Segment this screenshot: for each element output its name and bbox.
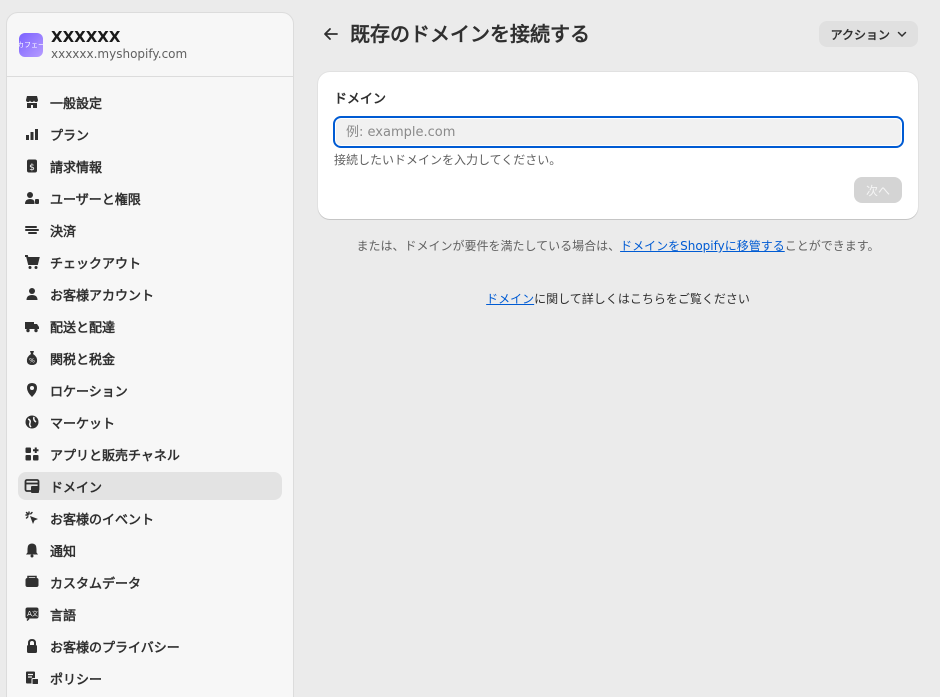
store-header[interactable]: カフェー XXXXXX xxxxxx.myshopify.com [7,13,293,77]
store-icon [24,94,40,110]
sidebar-item-label: 配送と配達 [50,320,116,336]
sidebar-item-general[interactable]: 一般設定 [18,88,282,116]
sidebar-item-label: ポリシー [50,672,103,688]
sidebar-item-shipping[interactable]: 配送と配達 [18,312,282,340]
sidebar-item-billing[interactable]: $ 請求情報 [18,152,282,180]
sidebar-item-label: アプリと販売チャネル [50,448,180,464]
sidebar-item-label: 言語 [50,608,77,624]
sidebar-item-label: 関税と税金 [50,352,116,368]
sidebar-item-label: お客様アカウント [50,288,155,304]
sidebar-item-label: ドメイン [50,480,103,496]
location-icon [24,382,40,398]
sidebar-item-locations[interactable]: ロケーション [18,376,282,404]
sidebar-item-label: チェックアウト [50,256,142,272]
sidebar-item-label: 請求情報 [50,160,103,176]
sidebar-item-policies[interactable]: ポリシー [18,664,282,692]
users-icon [24,190,40,206]
policy-icon [24,670,40,686]
store-logo: カフェー [19,32,43,57]
svg-text:$: $ [29,163,35,173]
transfer-note: または、ドメインが要件を満たしている場合は、ドメインをShopifyに移管するこ… [318,237,918,255]
svg-text:文: 文 [32,610,38,618]
sidebar-item-languages[interactable]: A文 言語 [18,600,282,628]
transfer-note-suffix: ことができます。 [784,239,880,253]
store-info: XXXXXX xxxxxx.myshopify.com [51,28,187,62]
sidebar-item-label: プラン [50,128,90,144]
payments-icon [24,222,40,238]
sidebar-item-label: 一般設定 [50,96,103,112]
sidebar-item-label: お客様のプライバシー [50,640,180,656]
sidebar-item-taxes[interactable]: % 関税と税金 [18,344,282,372]
sidebar-item-markets[interactable]: マーケット [18,408,282,436]
page-title: 既存のドメインを接続する [350,22,590,46]
person-icon [24,286,40,302]
actions-button[interactable]: アクション [818,21,918,47]
domain-help-text: 接続したいドメインを入力してください。 [334,153,562,167]
plan-icon [24,126,40,142]
sidebar-item-label: 通知 [50,544,77,560]
cart-icon [24,254,40,270]
transfer-note-prefix: または、ドメインが要件を満たしている場合は、 [356,239,621,253]
store-domain: xxxxxx.myshopify.com [51,46,188,61]
sidebar-item-plan[interactable]: プラン [18,120,282,148]
store-name: XXXXXX [51,27,121,46]
database-icon [24,574,40,590]
page-header: 既存のドメインを接続する アクション [318,20,918,48]
back-arrow-icon[interactable] [322,25,340,43]
billing-icon: $ [24,158,40,174]
sidebar-item-customer-events[interactable]: お客様のイベント [18,504,282,532]
chevron-down-icon [897,31,907,38]
cursor-click-icon [24,510,40,526]
settings-sidebar: カフェー XXXXXX xxxxxx.myshopify.com 一般設定 プラ… [6,12,294,697]
truck-icon [24,318,40,334]
next-button[interactable]: 次へ [854,177,902,203]
sidebar-item-apps[interactable]: アプリと販売チャネル [18,440,282,468]
domain-field-label: ドメイン [334,92,387,107]
learn-more-domain-link[interactable]: ドメイン [486,292,534,306]
sidebar-item-custom-data[interactable]: カスタムデータ [18,568,282,596]
sidebar-item-payments[interactable]: 決済 [18,216,282,244]
sidebar-item-domains[interactable]: ドメイン [18,472,282,500]
svg-text:%: % [29,358,35,365]
sidebar-item-notifications[interactable]: 通知 [18,536,282,564]
apps-icon [24,446,40,462]
learn-more-text: ドメインに関して詳しくはこちらをご覧ください [318,290,918,308]
settings-nav: 一般設定 プラン $ 請求情報 ユーザーと権限 決済 チェックアウト お客様アカ… [7,77,293,692]
language-icon: A文 [24,606,40,622]
transfer-domain-link[interactable]: ドメインをShopifyに移管する [620,239,785,253]
sidebar-item-users[interactable]: ユーザーと権限 [18,184,282,212]
tax-icon: % [24,350,40,366]
globe-icon [24,414,40,430]
actions-button-label: アクション [830,27,890,42]
domain-icon [24,478,40,494]
lock-icon [24,638,40,654]
domain-card: ドメイン 接続したいドメインを入力してください。 次へ [318,72,918,219]
sidebar-item-label: マーケット [50,416,116,432]
sidebar-item-label: カスタムデータ [50,576,142,592]
sidebar-item-label: お客様のイベント [50,512,155,528]
sidebar-item-customer-privacy[interactable]: お客様のプライバシー [18,632,282,660]
bell-icon [24,542,40,558]
sidebar-item-label: 決済 [50,224,77,240]
domain-input[interactable] [333,116,904,148]
sidebar-item-label: ロケーション [50,384,128,400]
learn-more-suffix: に関して詳しくはこちらをご覧ください [534,292,750,306]
sidebar-item-customer-accounts[interactable]: お客様アカウント [18,280,282,308]
sidebar-item-label: ユーザーと権限 [50,192,141,208]
sidebar-item-checkout[interactable]: チェックアウト [18,248,282,276]
